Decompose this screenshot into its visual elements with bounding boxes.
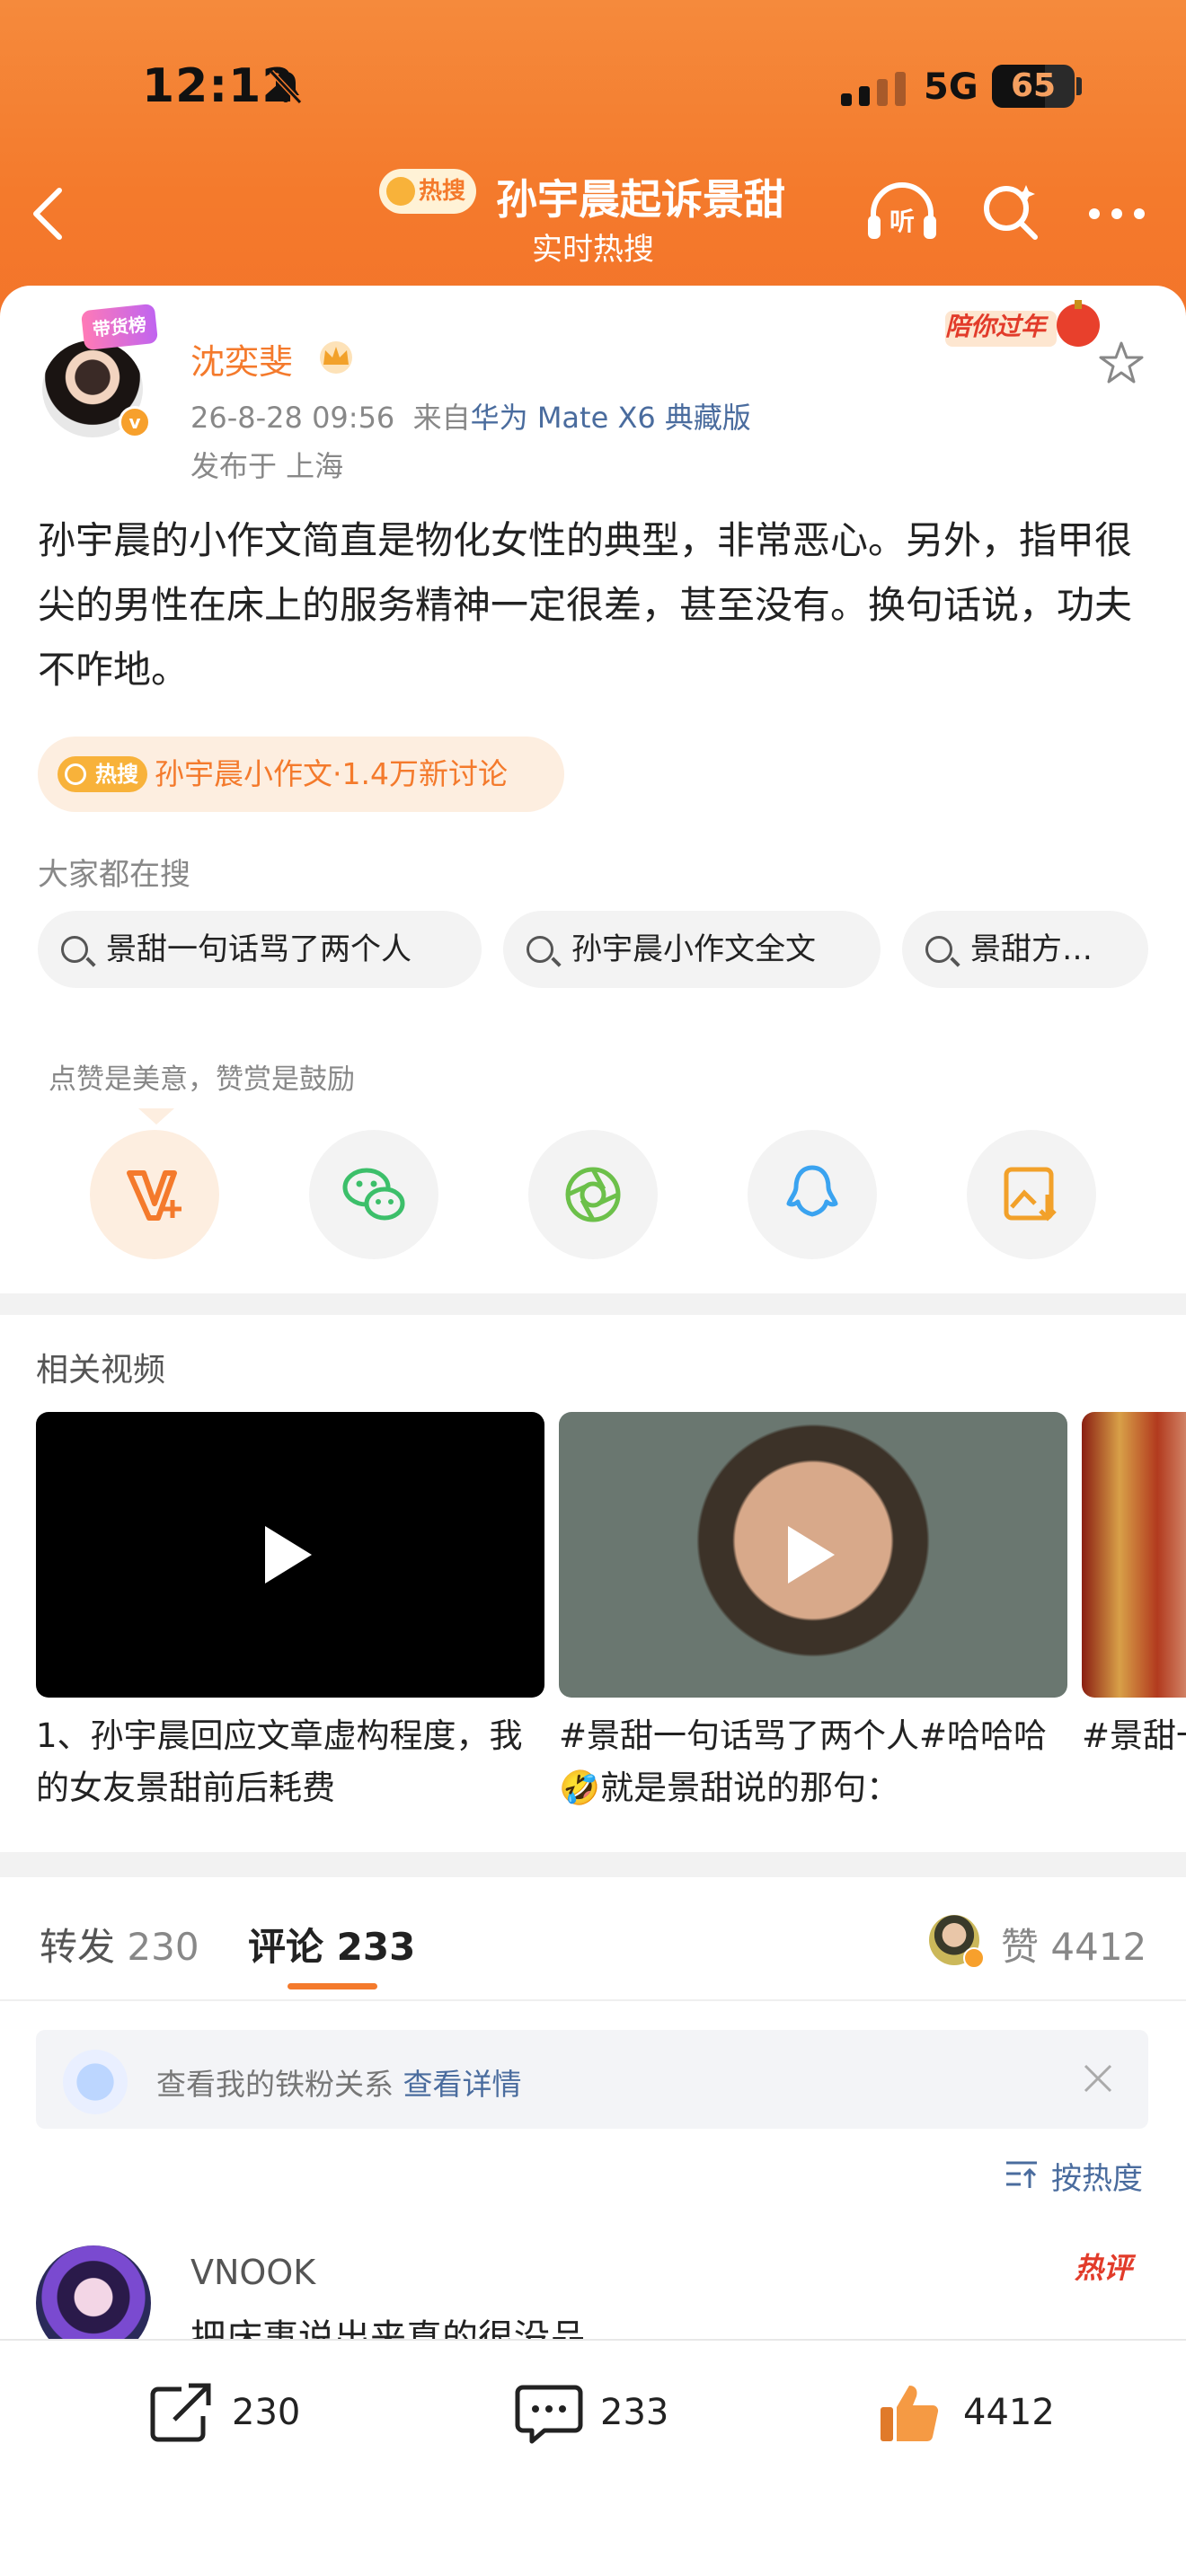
section-divider xyxy=(0,1852,1186,1877)
bell-muted-icon xyxy=(269,69,303,105)
tab-comment[interactable]: 评论 233 xyxy=(248,1917,415,1972)
avatar-badge: 带货榜 xyxy=(80,303,159,351)
search-icon xyxy=(61,936,88,963)
video-thumbnail[interactable] xyxy=(36,1412,544,1698)
thumbs-up-icon xyxy=(881,2386,939,2442)
search-icon xyxy=(925,936,952,963)
video-caption[interactable]: 1、孙宇晨回应文章虚构程度，我的女友景甜前后耗费 xyxy=(36,1710,544,1814)
iron-fan-icon xyxy=(63,2050,128,2114)
reward-button[interactable] xyxy=(90,1130,219,1259)
repost-icon xyxy=(150,2383,211,2442)
post-meta: 26-8-28 09:56 来自华为 Mate X6 典藏版 xyxy=(190,401,751,435)
section-divider xyxy=(0,1293,1186,1315)
wechat-icon xyxy=(342,1168,405,1221)
verified-badge: v xyxy=(119,406,151,438)
search-icon[interactable] xyxy=(979,180,1042,243)
like-button[interactable]: 4412 xyxy=(877,2377,1055,2448)
share-qq-button[interactable] xyxy=(748,1130,877,1259)
listen-headphones-icon[interactable]: 听 xyxy=(864,176,940,244)
comment-text: 把床事说出来真的很没品 xyxy=(190,2317,586,2339)
page-title: 孙宇晨起诉景甜 xyxy=(496,175,785,224)
battery-indicator: 65 xyxy=(992,65,1075,108)
tab-repost[interactable]: 转发 230 xyxy=(40,1917,199,1972)
author-name[interactable]: 沈奕斐 xyxy=(190,334,293,384)
qq-icon xyxy=(786,1165,838,1217)
reward-icon xyxy=(127,1170,181,1221)
new-year-badge: 陪你过年 xyxy=(945,312,1047,341)
hot-topic-link[interactable]: 热搜 孙宇晨小作文·1.4万新讨论 xyxy=(38,737,564,812)
hot-comment-badge: 热评 xyxy=(1075,2251,1133,2285)
crown-icon xyxy=(320,341,352,374)
video-caption[interactable]: #景甜一句话骂了两个人#景甜曾 xyxy=(1082,1710,1186,1762)
share-wechat-button[interactable] xyxy=(309,1130,438,1259)
search-icon xyxy=(527,936,553,963)
network-label: 5G xyxy=(924,66,978,108)
close-icon[interactable] xyxy=(1080,2060,1116,2096)
hint-pointer-icon xyxy=(138,1108,174,1125)
more-options-icon[interactable] xyxy=(1085,203,1148,225)
search-chip[interactable]: 景甜一句话骂了两个人 xyxy=(38,911,482,988)
video-caption[interactable]: #景甜一句话骂了两个人#哈哈哈🤣就是景甜说的那句： xyxy=(559,1710,1067,1814)
share-moments-button[interactable] xyxy=(528,1130,658,1259)
commenter-name[interactable]: VNOOK xyxy=(190,2253,315,2292)
battery-tip xyxy=(1076,77,1082,95)
save-image-button[interactable] xyxy=(967,1130,1096,1259)
iron-fan-details-link[interactable]: 查看详情 xyxy=(403,2067,522,2102)
comment-button[interactable]: 233 xyxy=(514,2377,668,2448)
moments-icon xyxy=(565,1167,621,1222)
tab-like[interactable]: 赞 4412 xyxy=(1001,1917,1146,1972)
favorite-star-icon[interactable] xyxy=(1096,338,1146,388)
play-icon xyxy=(265,1526,312,1584)
bottom-action-bar xyxy=(0,2339,1186,2576)
searching-heading: 大家都在搜 xyxy=(38,857,190,893)
signal-icon xyxy=(841,72,906,106)
comment-icon xyxy=(515,2385,583,2444)
iron-fan-text: 查看我的铁粉关系 查看详情 xyxy=(156,2067,522,2102)
search-chip[interactable]: 孙宇晨小作文全文 xyxy=(503,911,881,988)
tab-divider xyxy=(0,1999,1186,2001)
repost-button[interactable]: 230 xyxy=(146,2377,300,2448)
play-icon xyxy=(788,1526,835,1584)
praise-hint: 点赞是美意，赞赏是鼓励 xyxy=(49,1063,355,1096)
save-image-icon xyxy=(1004,1167,1057,1222)
search-chip[interactable]: 景甜方… xyxy=(902,911,1148,988)
verified-badge xyxy=(963,1947,985,1969)
device-link[interactable]: 华为 Mate X6 典藏版 xyxy=(471,401,751,435)
hot-topic-badge: 热搜 xyxy=(58,756,147,792)
related-videos-heading: 相关视频 xyxy=(36,1352,166,1389)
video-thumbnail[interactable] xyxy=(559,1412,1067,1698)
top-header xyxy=(0,0,1186,323)
svg-text:听: 听 xyxy=(890,207,915,236)
sort-icon xyxy=(1006,2161,1037,2188)
video-thumbnail[interactable] xyxy=(1082,1412,1186,1698)
active-tab-indicator xyxy=(288,1983,377,1989)
post-location: 发布于 上海 xyxy=(190,449,344,483)
hot-search-badge: 热搜 xyxy=(379,169,476,214)
post-text: 孙宇晨的小作文简直是物化女性的典型，非常恶心。另外，指甲很尖的男性在床上的服务精… xyxy=(38,518,1133,692)
